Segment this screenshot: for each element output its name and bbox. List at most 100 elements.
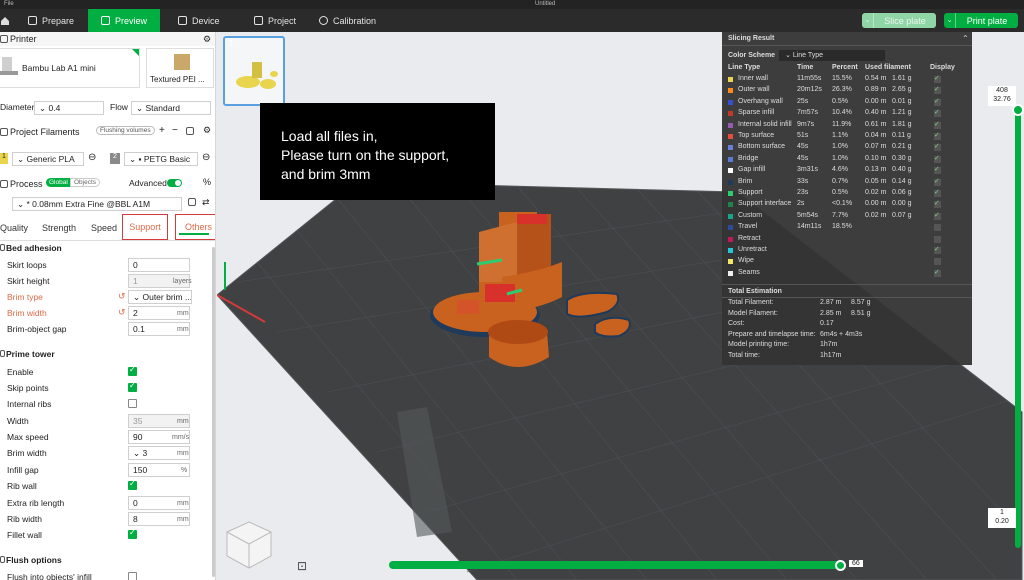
display-checkbox[interactable] (934, 177, 941, 186)
process-preset-select[interactable]: ⌄ * 0.08mm Extra Fine @BBL A1M (12, 197, 182, 211)
display-checkbox[interactable] (934, 235, 941, 243)
home-button[interactable] (0, 9, 14, 32)
line-type-swatch (728, 88, 733, 94)
gear-icon[interactable]: ⚙ (203, 125, 211, 136)
display-checkbox[interactable] (934, 120, 941, 129)
tab-strength[interactable]: Strength (42, 216, 76, 240)
objects-toggle[interactable]: Objects (70, 178, 101, 187)
line-type-name: Top surface (738, 132, 775, 139)
line-type-length: 0.40 m (865, 109, 887, 117)
view-cube-icon[interactable] (225, 520, 273, 570)
move-slider-track[interactable] (389, 561, 842, 569)
printer-selector[interactable]: Bambu Lab A1 mini (0, 48, 140, 88)
layer-top-handle[interactable] (1012, 104, 1024, 116)
filament-1-select[interactable]: ⌄ Generic PLA (12, 152, 84, 166)
display-checkbox[interactable] (934, 258, 941, 266)
slice-plate-button[interactable]: ⌄ Slice plate (862, 13, 936, 28)
display-checkbox[interactable] (934, 108, 941, 118)
print-plate-button[interactable]: ⌄ Print plate (944, 13, 1018, 28)
line-type-length: 0.54 m (865, 75, 887, 82)
filaments-section-title: Project Filaments (10, 127, 80, 137)
skip-points-checkbox[interactable] (128, 381, 137, 392)
display-checkbox[interactable] (934, 154, 941, 163)
color-scheme-select[interactable]: ⌄ Line Type (779, 50, 885, 61)
tab-prepare[interactable]: Prepare (28, 9, 74, 32)
collapse-icon[interactable]: ⌃ (962, 34, 969, 43)
chevron-down-icon[interactable]: ⌄ (862, 13, 874, 28)
line-type-time: 9m7s (797, 120, 815, 128)
chevron-down-icon[interactable]: ⌄ (944, 13, 956, 28)
add-filament-icon[interactable]: + (159, 125, 165, 136)
layer-slider-track[interactable] (1015, 108, 1021, 548)
flushing-volumes-button[interactable]: Flushing volumes (96, 126, 155, 135)
tab-preview[interactable]: Preview (88, 9, 160, 32)
line-type-length: 0.00 m (865, 200, 887, 208)
diameter-select[interactable]: ⌄ 0.4 (34, 101, 104, 115)
flow-select[interactable]: ⌄ Standard (131, 101, 211, 115)
line-type-time: 3m31s (797, 166, 819, 174)
flush-into-infill-checkbox[interactable] (128, 572, 137, 580)
printer-section-header: Printer ⚙ (0, 32, 215, 46)
filament-1-minus-icon[interactable]: ⊖ (88, 152, 96, 163)
display-checkbox[interactable] (934, 142, 941, 152)
tab-quality[interactable]: Quality (0, 216, 28, 240)
display-checkbox[interactable] (934, 74, 941, 83)
filament-2-minus-icon[interactable]: ⊖ (202, 152, 210, 163)
display-checkbox[interactable] (934, 131, 941, 140)
3d-viewport[interactable]: 1 Load all files in, Please turn on the … (217, 32, 1024, 580)
tab-device[interactable]: Device (178, 9, 220, 32)
display-checkbox[interactable] (934, 165, 941, 175)
rib-wall-checkbox[interactable] (128, 479, 137, 490)
tab-project[interactable]: Project (254, 9, 296, 32)
tab-calibration[interactable]: Calibration (319, 9, 376, 32)
display-checkbox[interactable] (934, 85, 941, 95)
filament-1-color-swatch[interactable]: 1 (0, 153, 8, 164)
line-type-weight: 0.30 g (892, 154, 912, 162)
display-checkbox[interactable] (934, 188, 941, 197)
line-type-weight: 1.21 g (892, 109, 912, 117)
gear-icon[interactable]: ⚙ (203, 34, 211, 45)
filament-2-select[interactable]: ⌄ ▪ PETG Basic (124, 152, 198, 166)
advanced-switch[interactable] (167, 179, 182, 187)
remove-filament-icon[interactable]: − (172, 125, 178, 136)
line-type-weight: 0.00 g (892, 200, 912, 208)
line-type-swatch (728, 111, 733, 117)
enable-label: Enable (7, 367, 34, 377)
compare-icon[interactable]: ⇄ (202, 197, 210, 208)
estimation-row: Total Filament: 2.87 m 8.57 g (728, 299, 968, 309)
display-checkbox[interactable] (934, 268, 941, 277)
move-slider-handle[interactable] (835, 560, 846, 571)
tab-others[interactable]: Others (175, 214, 215, 240)
sidebar-scrollbar[interactable] (212, 247, 215, 577)
tab-support[interactable]: Support (122, 214, 168, 240)
display-checkbox[interactable] (934, 224, 941, 232)
calibration-icon (319, 16, 328, 25)
infill-gap-value: 150 (133, 465, 148, 475)
extra-rib-length-unit: mm (177, 500, 189, 507)
enable-checkbox[interactable] (128, 365, 137, 376)
save-icon[interactable] (188, 198, 196, 206)
plate-selector[interactable]: Textured PEI ... (146, 48, 214, 88)
display-checkbox[interactable] (934, 97, 941, 106)
global-toggle[interactable]: Global (46, 178, 71, 187)
fit-view-icon[interactable]: ⊡ (297, 559, 307, 573)
display-checkbox[interactable] (934, 245, 941, 254)
file-menu[interactable]: File (4, 1, 14, 7)
filament-icon (0, 128, 8, 136)
flush-options-title: Flush options (6, 555, 62, 565)
reset-icon[interactable]: ↺ (118, 291, 126, 302)
percent-icon[interactable]: % (203, 177, 211, 187)
skirt-loops-input[interactable]: 0 (128, 258, 190, 272)
filament-2-color-swatch[interactable]: 2 (110, 153, 120, 164)
display-checkbox[interactable] (934, 211, 941, 220)
plate-thumbnail[interactable]: 1 (223, 36, 285, 106)
filament-list-icon[interactable] (186, 127, 194, 135)
tab-speed[interactable]: Speed (91, 216, 117, 240)
display-checkbox[interactable] (934, 199, 941, 209)
internal-ribs-checkbox[interactable] (128, 399, 137, 408)
layer-slider[interactable]: 408 32.76 1 0.20 (988, 86, 1024, 556)
brim-type-select[interactable]: ⌄ Outer brim ... (128, 290, 192, 304)
fillet-wall-checkbox[interactable] (128, 528, 137, 539)
reset-icon[interactable]: ↺ (118, 307, 126, 318)
device-icon (178, 16, 187, 25)
